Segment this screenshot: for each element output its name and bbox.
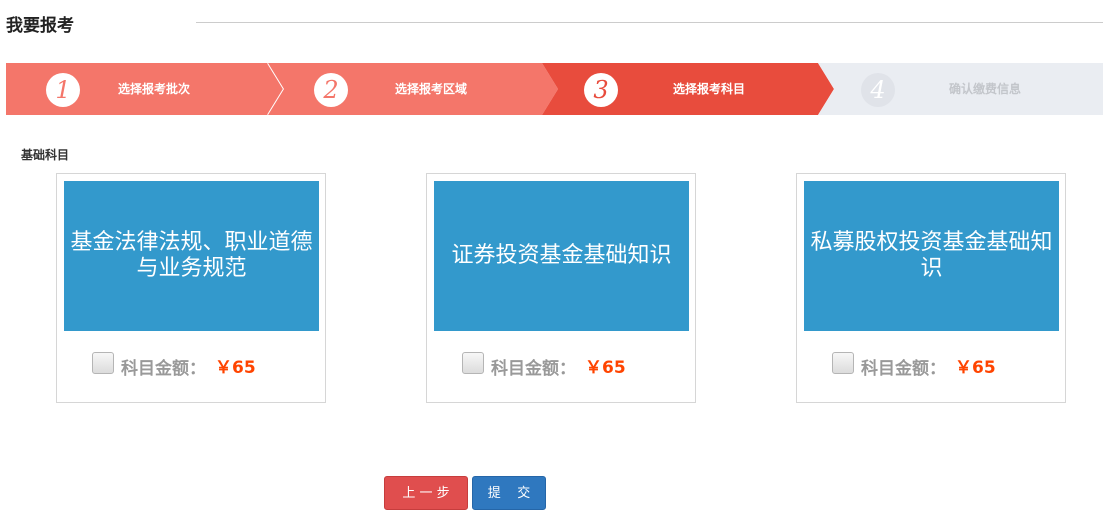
prev-step-button[interactable]: 上 一 步 xyxy=(384,476,468,510)
step-4-number: 4 xyxy=(861,73,895,107)
title-divider xyxy=(196,22,1103,23)
step-4: 4 确认缴费信息 xyxy=(818,63,1103,115)
subject-card[interactable]: 基金法律法规、职业道德与业务规范 科目金额： ￥65 xyxy=(56,173,326,403)
section-label: 基础科目 xyxy=(21,148,70,162)
subject-card[interactable]: 私募股权投资基金基础知识 科目金额： ￥65 xyxy=(796,173,1066,403)
price-label: 科目金额： xyxy=(861,359,946,379)
subject-checkbox[interactable] xyxy=(92,352,114,374)
subject-checkbox[interactable] xyxy=(462,352,484,374)
subject-checkbox[interactable] xyxy=(832,352,854,374)
step-3-label: 选择报考科目 xyxy=(673,82,746,96)
step-2-number: 2 xyxy=(314,73,348,107)
step-2: 2 选择报考区域 xyxy=(268,63,558,115)
subject-banner[interactable]: 基金法律法规、职业道德与业务规范 xyxy=(64,181,319,331)
progress-steps: 1 选择报考批次 2 选择报考区域 3 选择报考科目 4 确认缴费信息 xyxy=(6,63,1103,115)
step-4-label: 确认缴费信息 xyxy=(949,82,1022,96)
price-label: 科目金额： xyxy=(121,359,206,379)
step-1-label: 选择报考批次 xyxy=(118,82,191,96)
subject-price: ￥65 xyxy=(215,358,256,378)
step-3-number: 3 xyxy=(584,73,618,107)
step-1: 1 选择报考批次 xyxy=(6,63,286,115)
page-title: 我要报考 xyxy=(6,16,74,36)
subject-price: ￥65 xyxy=(955,358,996,378)
subject-banner[interactable]: 私募股权投资基金基础知识 xyxy=(804,181,1059,331)
price-label: 科目金额： xyxy=(491,359,576,379)
submit-button[interactable]: 提 交 xyxy=(472,476,546,510)
subject-card[interactable]: 证券投资基金基础知识 科目金额： ￥65 xyxy=(426,173,696,403)
step-1-number: 1 xyxy=(46,73,80,107)
step-2-label: 选择报考区域 xyxy=(395,82,468,96)
step-3: 3 选择报考科目 xyxy=(542,63,834,115)
subject-price: ￥65 xyxy=(585,358,626,378)
subject-banner[interactable]: 证券投资基金基础知识 xyxy=(434,181,689,331)
